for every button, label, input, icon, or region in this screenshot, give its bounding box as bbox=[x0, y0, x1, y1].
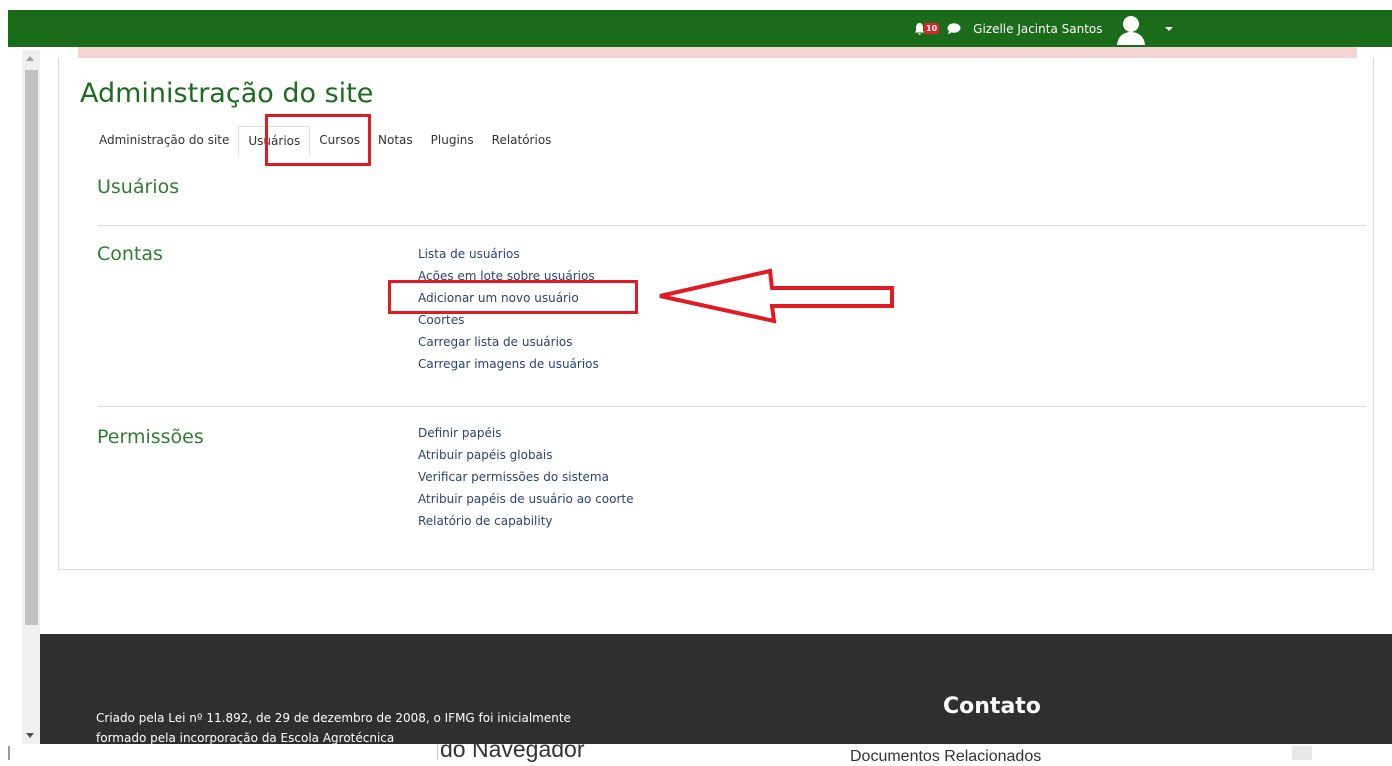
chevron-down-icon[interactable] bbox=[1164, 26, 1173, 31]
overlay-divider bbox=[437, 744, 438, 760]
link-relatorio-capability[interactable]: Relatório de capability bbox=[418, 510, 634, 532]
overlay-scrollbar[interactable] bbox=[1292, 746, 1312, 760]
link-lista-de-usuarios[interactable]: Lista de usuários bbox=[418, 243, 599, 265]
permissoes-link-list: Definir papéis Atribuir papéis globais V… bbox=[418, 422, 634, 532]
overlay-left-text: do Navegador bbox=[440, 736, 585, 762]
overlay-pane-edge bbox=[8, 746, 10, 760]
page-title: Administração do site bbox=[80, 78, 374, 109]
overlay-window-strip bbox=[0, 744, 1392, 760]
tab-notas[interactable]: Notas bbox=[369, 126, 422, 156]
link-carregar-lista-usuarios[interactable]: Carregar lista de usuários bbox=[418, 331, 599, 353]
current-section-heading: Usuários bbox=[97, 176, 180, 198]
overlay-right-text: Documentos Relacionados bbox=[850, 748, 1042, 765]
messages-button[interactable] bbox=[947, 22, 961, 35]
notifications-button[interactable]: 10 bbox=[913, 22, 940, 36]
user-menu-area: 10 Gizelle Jacinta Santos bbox=[913, 10, 1173, 47]
scroll-up-arrow-icon[interactable] bbox=[26, 56, 34, 61]
link-verificar-permissoes[interactable]: Verificar permissões do sistema bbox=[418, 466, 634, 488]
contas-heading: Contas bbox=[97, 243, 163, 265]
divider bbox=[98, 406, 1366, 407]
link-atribuir-papeis-coorte[interactable]: Atribuir papéis de usuário ao coorte bbox=[418, 488, 634, 510]
link-carregar-imagens-usuarios[interactable]: Carregar imagens de usuários bbox=[418, 353, 599, 375]
footer-contact-heading: Contato bbox=[943, 694, 1041, 719]
annotation-box-usuarios-tab bbox=[265, 114, 371, 166]
permissoes-heading: Permissões bbox=[97, 426, 204, 448]
notification-badge: 10 bbox=[924, 23, 940, 34]
divider bbox=[98, 225, 1366, 226]
avatar-icon[interactable] bbox=[1115, 13, 1147, 45]
link-definir-papeis[interactable]: Definir papéis bbox=[418, 422, 634, 444]
scrollbar-thumb[interactable] bbox=[25, 70, 38, 625]
link-atribuir-papeis-globais[interactable]: Atribuir papéis globais bbox=[418, 444, 634, 466]
tab-plugins[interactable]: Plugins bbox=[422, 126, 483, 156]
chat-bubble-icon bbox=[947, 22, 961, 34]
username-label[interactable]: Gizelle Jacinta Santos bbox=[973, 22, 1102, 36]
scroll-down-arrow-icon[interactable] bbox=[26, 733, 34, 738]
annotation-arrow-icon bbox=[659, 268, 894, 324]
top-navbar: 10 Gizelle Jacinta Santos bbox=[8, 10, 1392, 47]
tab-administracao[interactable]: Administração do site bbox=[90, 126, 238, 156]
annotation-box-add-user bbox=[388, 280, 638, 314]
tab-relatorios[interactable]: Relatórios bbox=[483, 126, 561, 156]
